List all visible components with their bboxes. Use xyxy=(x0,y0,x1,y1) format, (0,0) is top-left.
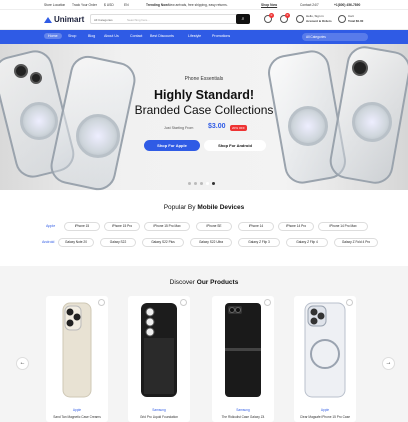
wishlist-count: 0 xyxy=(269,13,274,18)
product-brand: Samsung xyxy=(236,408,250,412)
main-nav: Home Shop Blog About Us Contact Best Dis… xyxy=(0,30,408,44)
hero-grip-left-2 xyxy=(76,114,120,158)
hero-dot-3[interactable] xyxy=(200,182,203,185)
wishlist-icon[interactable] xyxy=(180,299,187,306)
chip-android-3[interactable]: Galaxy S22 Plus xyxy=(142,238,184,247)
carousel-next-button[interactable]: → xyxy=(382,357,395,370)
nav-best-discounts[interactable]: Best Discounts xyxy=(150,34,174,38)
product-card[interactable]: Samsung Grid Pro Liquid Foundation xyxy=(128,296,190,422)
product-image xyxy=(225,303,261,397)
android-label: Android xyxy=(42,240,55,244)
site-logo[interactable]: Unimart xyxy=(44,15,84,24)
search-button[interactable]: ⌕ xyxy=(236,14,250,24)
product-brand: Apple xyxy=(72,408,82,412)
hero-banner: Phone Essentials Highly Standard! Brande… xyxy=(0,43,408,194)
logo-text: Unimart xyxy=(54,15,85,24)
nav-home[interactable]: Home xyxy=(44,33,62,39)
store-location-link[interactable]: Store Location xyxy=(44,3,65,7)
search-input[interactable]: Searching here... xyxy=(127,18,150,22)
search-bar[interactable]: All Categories Searching here... ⌕ xyxy=(90,14,250,24)
cart-total[interactable]: Total $0.00 xyxy=(348,19,363,23)
chip-android-1[interactable]: Galaxy Note 20 xyxy=(58,238,94,247)
product-brand: Apple xyxy=(320,408,330,412)
hero-camera-right xyxy=(352,60,368,76)
cart-label: Cart xyxy=(348,14,354,18)
chip-android-6[interactable]: Galaxy Z Flip 4 xyxy=(286,238,328,247)
chip-apple-5[interactable]: iPhone 14 xyxy=(238,222,274,231)
all-categories-button[interactable]: All Categories xyxy=(302,33,368,41)
top-bar: Store Location Track Your Order $ USD EN… xyxy=(0,0,408,10)
mobile-devices-title: Popular By Mobile Devices xyxy=(0,204,408,211)
wishlist-icon[interactable] xyxy=(346,299,353,306)
hero-dot-2[interactable] xyxy=(194,182,197,185)
mobile-title-plain: Popular By xyxy=(163,204,196,211)
currency-select[interactable]: $ USD xyxy=(104,3,114,7)
carousel-prev-button[interactable]: ← xyxy=(16,357,29,370)
nav-promotions[interactable]: Promotions xyxy=(212,34,230,38)
products-title: Discover Our Products xyxy=(0,279,408,286)
hero-subtitle: Branded Case Collections xyxy=(134,103,274,117)
chip-apple-1[interactable]: iPhone 15 xyxy=(64,222,100,231)
phone-number[interactable]: +1(800) 456-7890 xyxy=(334,3,360,7)
product-name[interactable]: Clear Magsafe iPhone 15 Pro Case xyxy=(294,415,356,419)
promo-link[interactable]: Shop Now xyxy=(261,3,277,7)
logo-icon xyxy=(44,16,52,23)
hero-price-label: Just Starting From xyxy=(164,126,194,130)
product-image xyxy=(141,303,177,397)
nav-contact[interactable]: Contact xyxy=(130,34,142,38)
promo-text: New arrivals, free shipping, easy return… xyxy=(168,3,228,7)
chip-apple-2[interactable]: iPhone 15 Pro xyxy=(104,222,140,231)
main-header: Unimart All Categories Searching here...… xyxy=(0,10,408,30)
hero-dot-5[interactable] xyxy=(212,182,215,185)
nav-lifestyle[interactable]: Lifestyle xyxy=(188,34,201,38)
product-image xyxy=(304,302,346,398)
product-card[interactable]: Apple Sand Tan Magnetic Case Creams xyxy=(46,296,108,422)
wishlist-icon[interactable] xyxy=(98,299,105,306)
bag-icon[interactable] xyxy=(338,15,346,23)
chip-android-2[interactable]: Galaxy S22 xyxy=(100,238,136,247)
shop-android-button[interactable]: Shop For Android xyxy=(204,140,266,151)
shop-apple-button[interactable]: Shop For Apple xyxy=(144,140,200,151)
user-icon[interactable] xyxy=(296,15,304,23)
hero-dot-1[interactable] xyxy=(188,182,191,185)
product-brand: Samsung xyxy=(152,408,166,412)
nav-blog[interactable]: Blog xyxy=(88,34,95,38)
hero-eyebrow: Phone Essentials xyxy=(184,76,224,82)
chip-apple-3[interactable]: iPhone 15 Pro Max xyxy=(144,222,190,231)
support-text: Contact 24/7 xyxy=(300,3,319,7)
hero-price: $3.00 xyxy=(208,123,226,130)
chip-apple-4[interactable]: iPhone SE xyxy=(196,222,232,231)
nav-about[interactable]: About Us xyxy=(104,34,119,38)
account-greeting: Hello, Sign in xyxy=(306,14,324,18)
product-name[interactable]: The Ridiculist Case Galaxy Z4 xyxy=(212,415,274,419)
chip-android-4[interactable]: Galaxy S22 Ultra xyxy=(190,238,232,247)
products-title-plain: Discover xyxy=(169,279,195,286)
chip-apple-6[interactable]: iPhone 14 Pro xyxy=(278,222,314,231)
language-select[interactable]: EN xyxy=(124,3,129,7)
mobile-title-bold: Mobile Devices xyxy=(197,204,245,211)
wishlist-icon[interactable] xyxy=(264,299,271,306)
product-name[interactable]: Grid Pro Liquid Foundation xyxy=(128,415,190,419)
product-name[interactable]: Sand Tan Magnetic Case Creams xyxy=(46,415,108,419)
wishlist-icon[interactable]: 0 xyxy=(264,13,274,23)
nav-shop[interactable]: Shop xyxy=(68,34,76,38)
search-category-select[interactable]: All Categories xyxy=(94,18,113,22)
product-card[interactable]: Samsung The Ridiculist Case Galaxy Z4 xyxy=(212,296,274,422)
account-link[interactable]: Account & Orders xyxy=(306,19,332,23)
product-card[interactable]: Apple Clear Magsafe iPhone 15 Pro Case xyxy=(294,296,356,422)
chip-android-5[interactable]: Galaxy Z Flip 3 xyxy=(238,238,280,247)
hero-dot-4[interactable] xyxy=(206,182,209,185)
chip-android-7[interactable]: Galaxy Z Fold 4 Pro xyxy=(334,238,378,247)
promo-label: Trending Now: xyxy=(146,3,169,7)
product-image xyxy=(62,302,92,398)
hero-discount-badge: 20% OFF xyxy=(230,125,247,131)
products-title-bold: Our Products xyxy=(196,279,239,286)
track-order-link[interactable]: Track Your Order xyxy=(72,3,97,7)
cart-count: 0 xyxy=(285,13,290,18)
chip-apple-7[interactable]: iPhone 14 Pro Max xyxy=(318,222,368,231)
cart-icon[interactable]: 0 xyxy=(280,13,290,23)
apple-label: Apple xyxy=(46,224,56,228)
hero-title: Highly Standard! xyxy=(153,88,254,102)
